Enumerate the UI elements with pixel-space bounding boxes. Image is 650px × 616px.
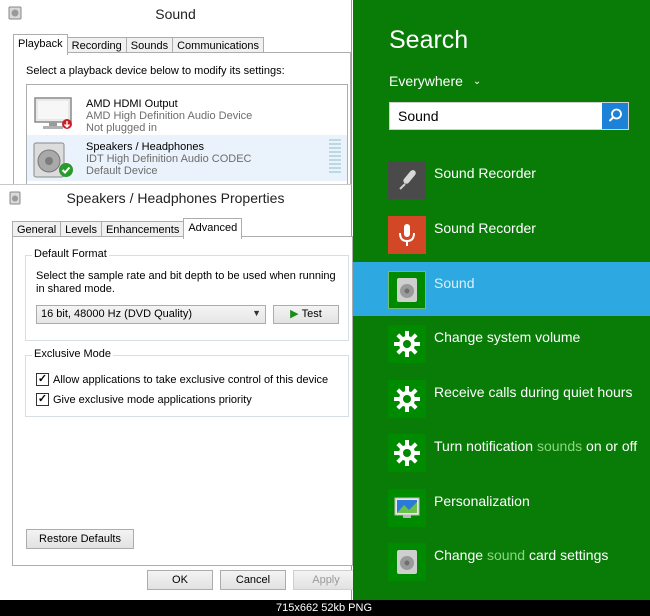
default-format-group: Default Format Select the sample rate an… xyxy=(25,248,349,341)
ok-button[interactable]: OK xyxy=(147,570,213,590)
personalization-icon xyxy=(388,489,426,527)
search-scope-label: Everywhere xyxy=(389,73,463,89)
result-label: Sound Recorder xyxy=(434,165,536,181)
search-icon xyxy=(608,108,622,122)
properties-window-title: Speakers / Headphones Properties xyxy=(66,190,285,206)
result-label-highlight: sounds xyxy=(536,438,583,454)
test-button[interactable]: ▶ Test xyxy=(273,305,339,324)
result-label: Sound xyxy=(434,275,475,291)
exclusive-priority-option[interactable]: ✓ Give exclusive mode applications prior… xyxy=(36,393,252,406)
default-format-description: Select the sample rate and bit depth to … xyxy=(36,270,336,295)
sound-window-title: Sound xyxy=(155,6,196,22)
device-name: Speakers / Headphones xyxy=(86,141,205,153)
volume-meter xyxy=(329,139,341,175)
gear-icon xyxy=(388,380,426,418)
search-result-sound-recorder[interactable]: Sound Recorder xyxy=(353,152,650,206)
cancel-button[interactable]: Cancel xyxy=(220,570,286,590)
search-box xyxy=(389,102,629,130)
result-label: Personalization xyxy=(434,493,530,509)
search-charm-title: Search xyxy=(389,26,469,54)
result-label-after: on or off xyxy=(582,438,638,454)
format-dropdown[interactable]: 16 bit, 48000 Hz (DVD Quality) ▼ xyxy=(36,305,266,324)
gear-icon xyxy=(388,325,426,363)
search-input[interactable] xyxy=(390,103,602,129)
search-result-sound[interactable]: Sound xyxy=(353,262,650,316)
speaker-icon xyxy=(33,142,73,178)
advanced-panel: Default Format Select the sample rate an… xyxy=(12,236,353,566)
sound-titlebar[interactable]: Sound xyxy=(0,0,351,28)
playback-instruction: Select a playback device below to modify… xyxy=(26,65,285,77)
result-label-after: card settings xyxy=(525,547,609,563)
exclusive-priority-checkbox[interactable]: ✓ xyxy=(36,393,49,406)
speaker-icon xyxy=(388,543,426,581)
exclusive-control-label: Allow applications to take exclusive con… xyxy=(53,373,329,386)
search-result-personalization[interactable]: Personalization xyxy=(353,480,650,534)
device-driver: IDT High Definition Audio CODEC xyxy=(86,153,252,165)
restore-defaults-button[interactable]: Restore Defaults xyxy=(26,529,134,549)
device-status: Not plugged in xyxy=(86,122,157,134)
tab-playback[interactable]: Playback xyxy=(13,34,68,55)
result-label: Change sound card settings xyxy=(434,547,608,563)
test-label: Test xyxy=(301,308,322,320)
exclusive-mode-label: Exclusive Mode xyxy=(32,348,114,360)
device-name: AMD HDMI Output xyxy=(86,98,178,110)
search-button[interactable] xyxy=(602,103,628,129)
search-scope-dropdown[interactable]: Everywhere ⌄ xyxy=(389,73,481,89)
search-result-sound-recorder-app[interactable]: Sound Recorder xyxy=(353,207,650,261)
chevron-down-icon: ▼ xyxy=(252,308,261,318)
properties-window: Speakers / Headphones Properties General… xyxy=(0,184,359,616)
device-driver: AMD High Definition Audio Device xyxy=(86,110,253,122)
search-result-notification-sounds[interactable]: Turn notification sounds on or off xyxy=(353,425,650,479)
search-charm: Search Everywhere ⌄ Sound Recorder Sound … xyxy=(353,0,650,616)
device-status: Default Device xyxy=(86,165,158,177)
image-caption: 715x662 52kb PNG xyxy=(276,602,373,614)
exclusive-control-checkbox[interactable]: ✓ xyxy=(36,373,49,386)
result-label: Receive calls during quiet hours xyxy=(434,384,633,400)
result-label: Turn notification sounds on or off xyxy=(434,438,637,454)
device-item-speakers[interactable]: Speakers / Headphones IDT High Definitio… xyxy=(27,135,347,181)
properties-titlebar[interactable]: Speakers / Headphones Properties xyxy=(0,185,351,213)
result-label: Sound Recorder xyxy=(434,220,536,236)
format-selected-value: 16 bit, 48000 Hz (DVD Quality) xyxy=(41,308,193,320)
microphone-dark-icon xyxy=(388,161,426,199)
tab-advanced[interactable]: Advanced xyxy=(183,218,243,239)
result-label-before: Turn notification xyxy=(434,438,537,454)
exclusive-priority-label: Give exclusive mode applications priorit… xyxy=(53,393,252,406)
monitor-icon xyxy=(34,97,72,129)
device-item-hdmi[interactable]: AMD HDMI Output AMD High Definition Audi… xyxy=(27,88,347,134)
exclusive-mode-group: Exclusive Mode ✓ Allow applications to t… xyxy=(25,348,349,417)
play-icon: ▶ xyxy=(290,308,299,320)
search-result-change-system-volume[interactable]: Change system volume xyxy=(353,316,650,370)
microphone-red-icon xyxy=(388,216,426,254)
sound-window: Sound Playback Recording Sounds Communic… xyxy=(0,0,352,214)
playback-panel: Select a playback device below to modify… xyxy=(13,52,351,214)
exclusive-control-option[interactable]: ✓ Allow applications to take exclusive c… xyxy=(36,373,328,386)
image-caption-bar: 715x662 52kb PNG xyxy=(0,600,650,616)
search-result-sound-card-settings[interactable]: Change sound card settings xyxy=(353,534,650,588)
gear-icon xyxy=(388,434,426,472)
speaker-icon xyxy=(388,271,426,309)
default-format-label: Default Format xyxy=(32,248,109,260)
apply-button[interactable]: Apply xyxy=(293,570,359,590)
result-label: Change system volume xyxy=(434,329,581,345)
result-label-highlight: sound xyxy=(486,547,526,563)
result-label-before: Change xyxy=(434,547,487,563)
chevron-down-icon: ⌄ xyxy=(472,76,482,87)
search-result-quiet-hours[interactable]: Receive calls during quiet hours xyxy=(353,371,650,425)
